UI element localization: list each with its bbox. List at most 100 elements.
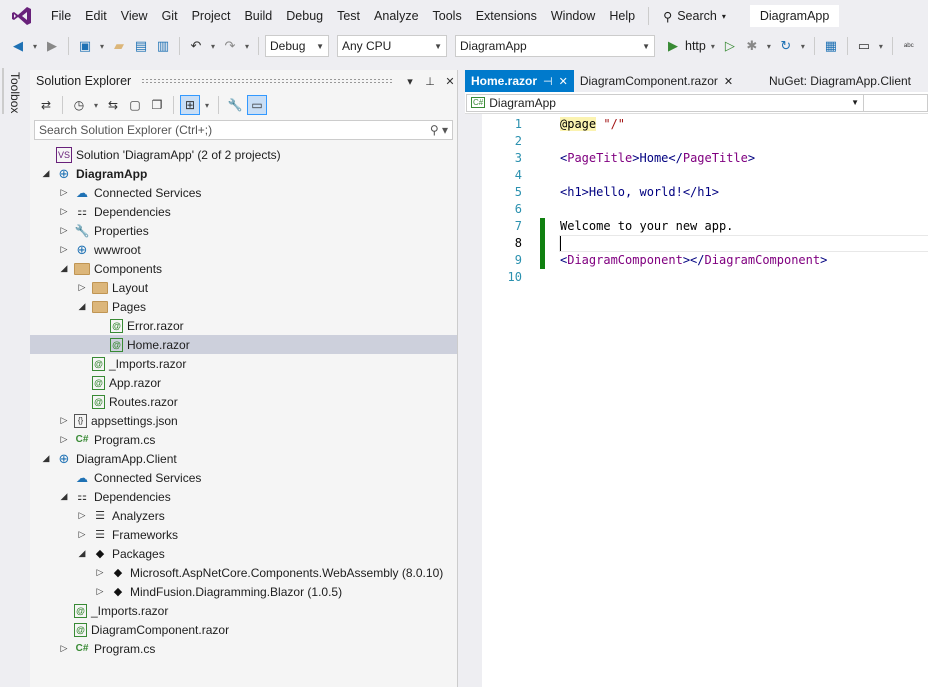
back-dropdown-icon[interactable]: ▾ <box>30 42 40 51</box>
toolbox-tab[interactable]: Toolbox <box>8 72 22 113</box>
collapsed-arrow-icon[interactable]: ▷ <box>76 529 88 540</box>
document-tab[interactable]: NuGet: DiagramApp.Client <box>763 70 928 92</box>
menu-edit[interactable]: Edit <box>78 5 114 27</box>
tree-item[interactable]: @ Error.razor <box>30 316 457 335</box>
start-without-debugging-icon[interactable]: ▷ <box>720 36 740 56</box>
save-icon[interactable]: ▤ <box>131 36 151 56</box>
navigate-back-icon[interactable]: ◀ <box>8 36 28 56</box>
show-all-dropdown-icon[interactable]: ▾ <box>202 101 212 110</box>
tree-item[interactable]: ▷ ⚏ Dependencies <box>30 202 457 221</box>
collapsed-arrow-icon[interactable]: ▷ <box>58 187 70 198</box>
code-line[interactable]: 2 <box>482 133 928 150</box>
tree-item[interactable]: ◢ ◆ Packages <box>30 544 457 563</box>
show-all-files-icon[interactable]: ⊞ <box>180 95 200 115</box>
redo-icon[interactable]: ↷ <box>220 36 240 56</box>
code-line[interactable]: 5 <h1>Hello, world!</h1> <box>482 184 928 201</box>
code-line[interactable]: 7 Welcome to your new app. <box>482 218 928 235</box>
configuration-select[interactable]: Debug ▼ <box>265 35 329 57</box>
collapsed-arrow-icon[interactable]: ▷ <box>58 225 70 236</box>
menu-project[interactable]: Project <box>185 5 238 27</box>
start-debugging-icon[interactable]: ▶ <box>663 36 683 56</box>
tree-item[interactable]: ◢ Components <box>30 259 457 278</box>
tree-item[interactable]: @ _Imports.razor <box>30 354 457 373</box>
menu-window[interactable]: Window <box>544 5 602 27</box>
run-dropdown-icon[interactable]: ▾ <box>708 42 718 51</box>
collapsed-arrow-icon[interactable]: ▷ <box>76 510 88 521</box>
refresh-icon[interactable]: ▢ <box>125 95 145 115</box>
code-line[interactable]: 10 <box>482 269 928 286</box>
expanded-arrow-icon[interactable]: ◢ <box>76 301 88 312</box>
collapsed-arrow-icon[interactable]: ▷ <box>94 567 106 578</box>
tree-item[interactable]: @ App.razor <box>30 373 457 392</box>
code-line[interactable]: 8 <box>482 235 928 252</box>
browser-link-icon[interactable]: ▦ <box>821 36 841 56</box>
menu-help[interactable]: Help <box>602 5 642 27</box>
switch-views-icon[interactable]: ⇄ <box>36 95 56 115</box>
refresh-icon[interactable]: ↻ <box>776 36 796 56</box>
redo-dropdown-icon[interactable]: ▾ <box>242 42 252 51</box>
collapsed-arrow-icon[interactable]: ▷ <box>58 434 70 445</box>
tree-item[interactable]: VS Solution 'DiagramApp' (2 of 2 projects… <box>30 145 457 164</box>
code-line[interactable]: 9 <DiagramComponent></DiagramComponent> <box>482 252 928 269</box>
code-line[interactable]: 1 @page "/" <box>482 116 928 133</box>
menu-file[interactable]: File <box>44 5 78 27</box>
collapsed-arrow-icon[interactable]: ▷ <box>94 586 106 597</box>
platform-select[interactable]: Any CPU ▼ <box>337 35 447 57</box>
menu-test[interactable]: Test <box>330 5 367 27</box>
tree-item[interactable]: ▷ 🔧 Properties <box>30 221 457 240</box>
project-navigation-select[interactable]: C# DiagramApp ▼ <box>466 93 864 112</box>
document-tab[interactable]: DiagramComponent.razor ✕ <box>574 70 739 92</box>
pending-changes-filter-icon[interactable]: ◷ <box>69 95 89 115</box>
tree-item[interactable]: ▷ Layout <box>30 278 457 297</box>
tree-item[interactable]: ▷ C# Program.cs <box>30 430 457 449</box>
tree-item[interactable]: ▷ C# Program.cs <box>30 639 457 658</box>
tree-item[interactable]: ◢ Pages <box>30 297 457 316</box>
window-layout-icon[interactable]: ▭ <box>854 36 874 56</box>
menu-git[interactable]: Git <box>155 5 185 27</box>
tree-item[interactable]: @ _Imports.razor <box>30 601 457 620</box>
menu-extensions[interactable]: Extensions <box>469 5 544 27</box>
tree-item[interactable]: @ Routes.razor <box>30 392 457 411</box>
solution-explorer-search-input[interactable]: Search Solution Explorer (Ctrl+;) ⚲ ▾ <box>34 120 453 140</box>
layout-dropdown-icon[interactable]: ▾ <box>876 42 886 51</box>
collapsed-arrow-icon[interactable]: ▷ <box>58 206 70 217</box>
expanded-arrow-icon[interactable]: ◢ <box>58 263 70 274</box>
menu-analyze[interactable]: Analyze <box>367 5 425 27</box>
tree-item[interactable]: ▷ {} appsettings.json <box>30 411 457 430</box>
menu-tools[interactable]: Tools <box>426 5 469 27</box>
code-line[interactable]: 4 <box>482 167 928 184</box>
refresh-dropdown-icon[interactable]: ▾ <box>798 42 808 51</box>
tree-item[interactable]: ☁ Connected Services <box>30 468 457 487</box>
properties-icon[interactable]: 🔧 <box>225 95 245 115</box>
tree-item[interactable]: @ DiagramComponent.razor <box>30 620 457 639</box>
code-line[interactable]: 3 <PageTitle>Home</PageTitle> <box>482 150 928 167</box>
collapsed-arrow-icon[interactable]: ▷ <box>58 244 70 255</box>
collapsed-arrow-icon[interactable]: ▷ <box>76 282 88 293</box>
new-dropdown-icon[interactable]: ▾ <box>97 42 107 51</box>
run-profile-label[interactable]: http <box>685 39 706 53</box>
pin-icon[interactable]: ⊥ <box>423 75 437 88</box>
tree-item[interactable]: ◢ ⚏ Dependencies <box>30 487 457 506</box>
save-all-icon[interactable]: ▥ <box>153 36 173 56</box>
close-icon[interactable]: ✕ <box>443 75 457 88</box>
tree-item[interactable]: ◢ ⊕ DiagramApp <box>30 164 457 183</box>
startup-project-select[interactable]: DiagramApp ▼ <box>455 35 655 57</box>
undo-dropdown-icon[interactable]: ▾ <box>208 42 218 51</box>
menu-view[interactable]: View <box>114 5 155 27</box>
member-navigation-select[interactable] <box>864 93 928 112</box>
tree-item[interactable]: ▷ ☰ Analyzers <box>30 506 457 525</box>
spell-check-icon[interactable]: ᵃᵇᶜ <box>899 36 919 56</box>
code-text-area[interactable]: 1 @page "/" 2 3 <PageTitle>Home</PageTitle> 4… <box>465 114 928 687</box>
navigate-forward-icon[interactable]: ▶ <box>42 36 62 56</box>
new-project-icon[interactable]: ▣ <box>75 36 95 56</box>
tree-item[interactable]: @ Home.razor <box>30 335 457 354</box>
tree-item[interactable]: ▷ ☁ Connected Services <box>30 183 457 202</box>
window-position-icon[interactable]: ▾ <box>403 75 417 88</box>
tree-item[interactable]: ▷ ◆ MindFusion.Diagramming.Blazor (1.0.5) <box>30 582 457 601</box>
tree-item[interactable]: ▷ ⊕ wwwroot <box>30 240 457 259</box>
open-folder-icon[interactable]: ▰ <box>109 36 129 56</box>
menu-build[interactable]: Build <box>237 5 279 27</box>
document-tab[interactable]: Home.razor ⊣ ✕ <box>465 70 574 92</box>
collapse-all-icon[interactable]: ❐ <box>147 95 167 115</box>
sync-with-document-icon[interactable]: ⇆ <box>103 95 123 115</box>
